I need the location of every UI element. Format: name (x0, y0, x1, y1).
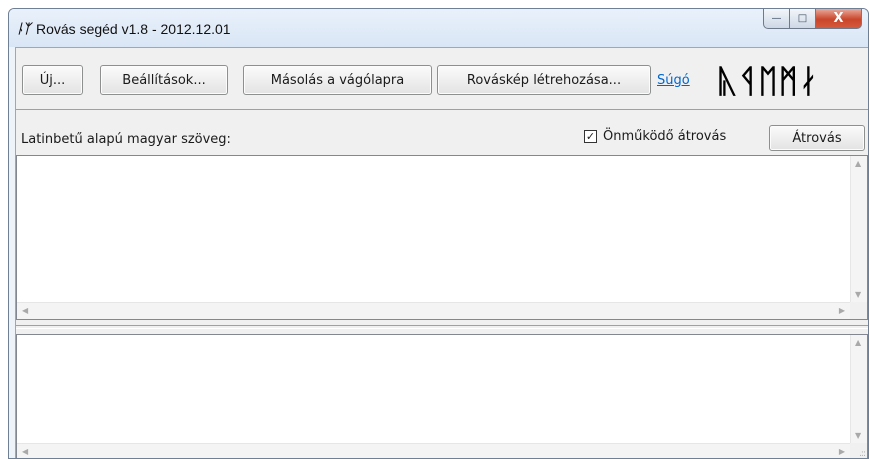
new-button[interactable]: Új... (22, 65, 83, 95)
scroll-right-icon[interactable]: ▶ (839, 447, 845, 456)
maximize-button[interactable]: □ (790, 9, 816, 29)
caption-buttons: — □ X (763, 9, 862, 29)
maximize-icon: □ (797, 13, 808, 24)
close-icon: X (833, 11, 844, 26)
scroll-right-icon[interactable]: ▶ (839, 306, 845, 315)
output-vertical-scrollbar[interactable]: ▲ ▼ (850, 335, 867, 443)
title-bar[interactable]: ᚿᛉ Rovás segéd v1.8 - 2012.12.01 — □ X (9, 9, 868, 47)
copy-to-clipboard-button[interactable]: Másolás a vágólapra (243, 65, 432, 95)
scroll-down-icon[interactable]: ▼ (855, 431, 861, 440)
close-button[interactable]: X (816, 9, 862, 29)
settings-button[interactable]: Beállítások... (100, 65, 228, 95)
input-label-row: Latinbetű alapú magyar szöveg: ✓ Önműköd… (16, 111, 868, 156)
app-icon: ᚿᛉ (16, 22, 31, 37)
help-link[interactable]: Súgó (657, 73, 690, 88)
minimize-icon: — (771, 13, 782, 24)
window-title: Rovás segéd v1.8 - 2012.12.01 (36, 21, 231, 37)
auto-transcribe-label: Önműködő átrovás (603, 129, 727, 144)
scroll-up-icon[interactable]: ▲ (855, 159, 861, 168)
rune-logo: ᚣᛩᛖᛗᛅ (718, 62, 820, 100)
input-vertical-scrollbar[interactable]: ▲ ▼ (850, 156, 867, 302)
splitter[interactable] (16, 320, 868, 334)
minimize-button[interactable]: — (763, 9, 790, 29)
checkbox-check-icon[interactable]: ✓ (584, 130, 597, 143)
client-area: Új... Beállítások... Másolás a vágólapra… (15, 47, 868, 458)
scroll-left-icon[interactable]: ◀ (22, 447, 28, 456)
transcribe-button[interactable]: Átrovás (769, 125, 865, 151)
input-label: Latinbetű alapú magyar szöveg: (21, 132, 231, 147)
create-rune-image-button[interactable]: Rováskép létrehozása... (437, 65, 651, 95)
size-grip[interactable]: .:: (850, 443, 867, 459)
scroll-up-icon[interactable]: ▲ (855, 338, 861, 347)
rune-text-output[interactable]: ▲ ▼ ◀ ▶ .:: (16, 334, 868, 459)
output-horizontal-scrollbar[interactable]: ◀ ▶ (17, 443, 850, 458)
size-grip-icon: .:: (859, 449, 866, 459)
scroll-corner (850, 302, 867, 319)
scroll-left-icon[interactable]: ◀ (22, 306, 28, 315)
auto-transcribe-checkbox[interactable]: ✓ Önműködő átrovás (584, 129, 726, 144)
input-horizontal-scrollbar[interactable]: ◀ ▶ (17, 302, 850, 319)
scroll-down-icon[interactable]: ▼ (855, 290, 861, 299)
toolbar: Új... Beállítások... Másolás a vágólapra… (16, 48, 868, 110)
latin-text-input[interactable]: ▲ ▼ ◀ ▶ (16, 155, 868, 320)
app-window: ᚿᛉ Rovás segéd v1.8 - 2012.12.01 — □ X Ú… (8, 8, 869, 459)
